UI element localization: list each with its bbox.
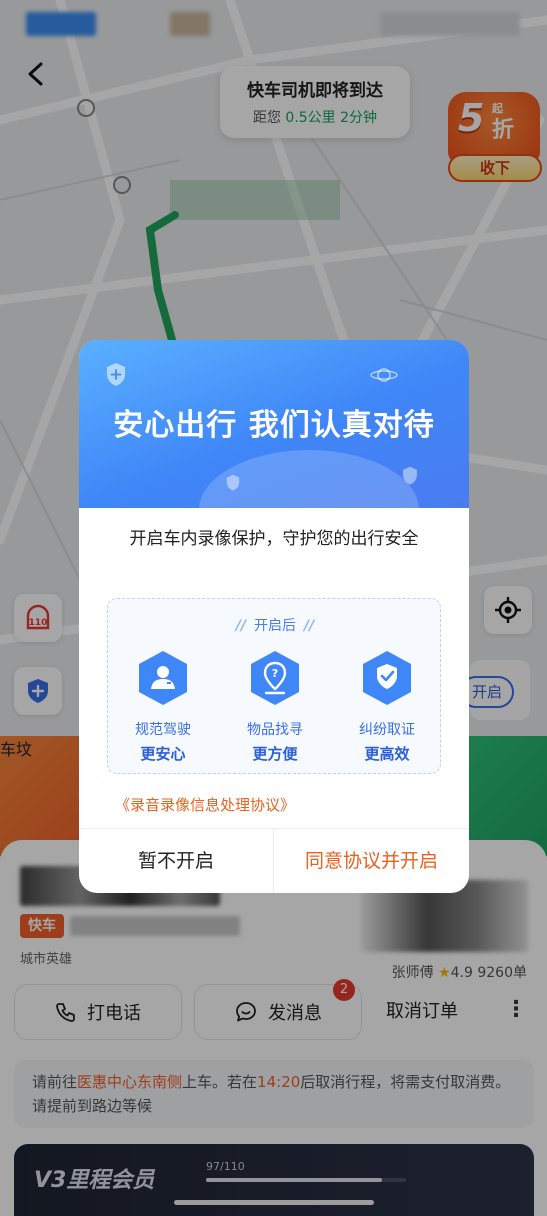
feature-header-label: 开启后 <box>254 618 296 634</box>
decline-button[interactable]: 暂不开启 <box>79 829 273 893</box>
feature-sub: 更高效 <box>364 745 410 763</box>
feature-box: //开启后// 规范驾驶 更安心 ? 物品找寻 更方便 纠纷取证 更高效 <box>107 598 441 774</box>
item-search-icon: ? <box>251 651 299 705</box>
accept-and-enable-button[interactable]: 同意协议并开启 <box>274 829 469 893</box>
dialog-header: 安心出行 我们认真对待 <box>79 340 469 508</box>
shield-plus-icon <box>107 363 125 386</box>
planet-icon <box>370 368 398 382</box>
feature-label: 纠纷取证 <box>359 722 415 738</box>
feature-label: 规范驾驶 <box>135 722 191 738</box>
shield-check-icon <box>363 651 411 705</box>
feature-driving: 规范驾驶 更安心 <box>108 649 218 764</box>
svg-text:?: ? <box>272 667 278 680</box>
feature-header: //开启后// <box>235 618 315 634</box>
agreement-link[interactable]: 《录音录像信息处理协议》 <box>115 794 295 815</box>
feature-item-search: ? 物品找寻 更方便 <box>220 649 330 764</box>
dialog-description: 开启车内录像保护，守护您的出行安全 <box>129 529 419 549</box>
driver-icon <box>139 651 187 705</box>
feature-label: 物品找寻 <box>247 722 303 738</box>
feature-sub: 更安心 <box>140 745 186 763</box>
safety-recording-dialog: 安心出行 我们认真对待 开启车内录像保护，守护您的出行安全 //开启后// 规范… <box>79 340 469 893</box>
dialog-title: 安心出行 我们认真对待 <box>113 408 435 443</box>
feature-sub: 更方便 <box>252 745 298 763</box>
feature-dispute-evidence: 纠纷取证 更高效 <box>332 649 442 764</box>
shield-icon <box>403 466 417 485</box>
shield-plus-icon <box>226 474 240 491</box>
